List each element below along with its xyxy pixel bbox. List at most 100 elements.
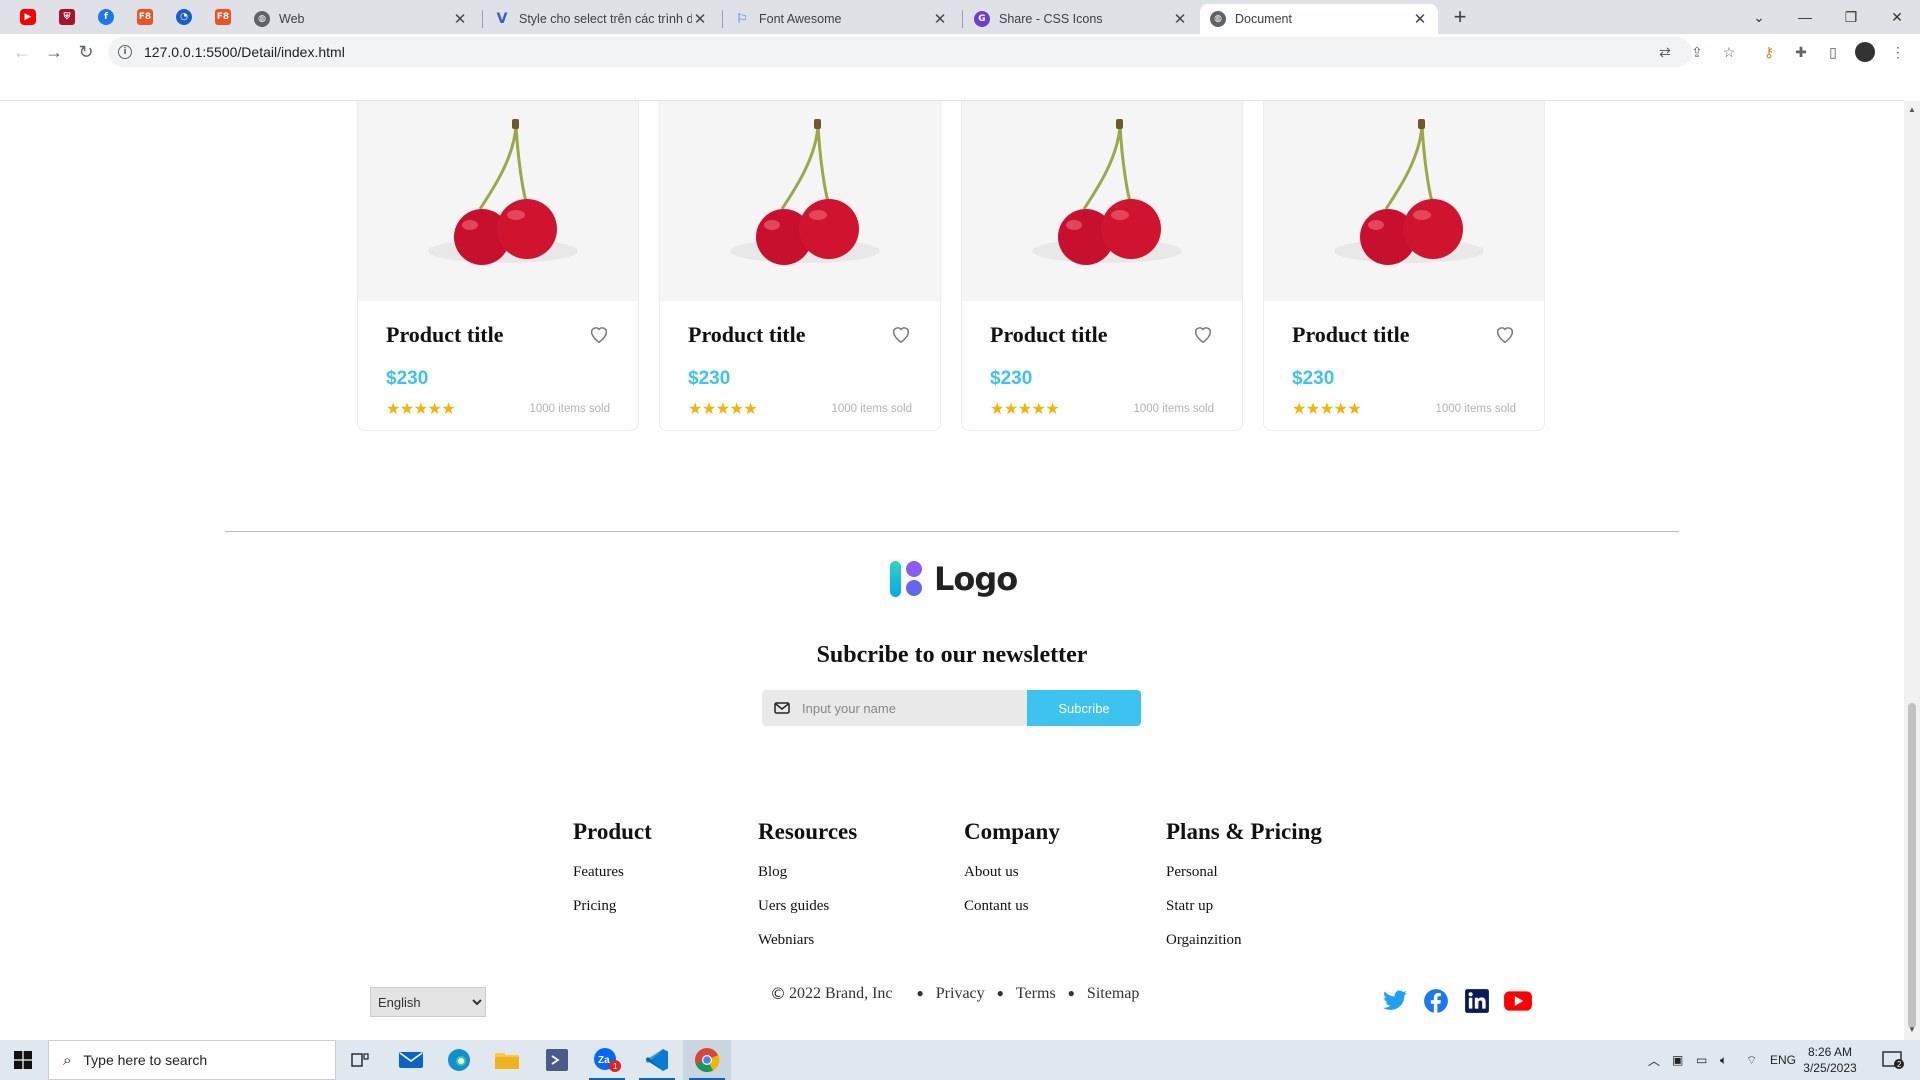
new-tab-button[interactable]: +	[1448, 6, 1472, 30]
product-title[interactable]: Product title	[688, 322, 806, 348]
scrollbar-thumb[interactable]	[1908, 703, 1916, 1028]
subscribe-button[interactable]: Subcribe	[1027, 690, 1141, 726]
scroll-up-icon[interactable]: ▲	[1904, 105, 1920, 114]
facebook-icon[interactable]	[1423, 988, 1449, 1014]
footer-link[interactable]: Webniars	[758, 931, 857, 965]
pinned-tab-shield[interactable]: ⛨	[47, 0, 87, 34]
page-scrollbar[interactable]: ▲ ▼	[1904, 101, 1920, 1040]
close-icon[interactable]: ✕	[452, 10, 468, 28]
info-icon[interactable]: i	[118, 45, 132, 59]
youtube-icon[interactable]	[1503, 988, 1533, 1014]
close-icon[interactable]: ✕	[932, 10, 948, 28]
show-hidden-icons[interactable]: ︿	[1648, 1040, 1660, 1080]
taskbar-terminal[interactable]	[533, 1040, 581, 1080]
items-sold: 1000 items sold	[529, 403, 610, 415]
chevron-up-icon: ︿	[1648, 1053, 1661, 1068]
taskbar-vscode[interactable]	[633, 1040, 681, 1080]
tray-wifi[interactable]: ⌔	[1746, 1040, 1757, 1080]
taskbar-edge[interactable]	[435, 1040, 483, 1080]
copyright-bar: © 2022 Brand, Inc ● Privacy ● Terms ● Si…	[770, 984, 1139, 1003]
close-icon[interactable]: ✕	[692, 10, 708, 28]
start-button[interactable]	[0, 1040, 46, 1080]
tray-language[interactable]: ENG	[1770, 1040, 1796, 1080]
close-icon[interactable]: ✕	[1172, 10, 1188, 28]
translate-icon[interactable]: ⇄	[1655, 42, 1675, 62]
pinned-tab-youtube[interactable]: ▶	[8, 0, 48, 34]
extensions-icon[interactable]: ✚	[1791, 42, 1811, 62]
tab-css-icons[interactable]: G Share - CSS Icons ✕	[964, 4, 1198, 34]
pinned-tab-f8[interactable]: F8	[125, 0, 165, 34]
product-card[interactable]: Product title $230 ★★★★★ 1000 items sold	[659, 101, 941, 431]
footer-link[interactable]: Blog	[758, 863, 857, 897]
tray-volume[interactable]: 🔈︎	[1720, 1040, 1727, 1080]
product-image[interactable]	[358, 101, 638, 301]
back-button[interactable]: ←	[8, 38, 36, 66]
close-icon[interactable]: ✕	[1412, 10, 1428, 28]
taskbar-search[interactable]: ⌕ Type here to search	[48, 1040, 336, 1080]
footer-link[interactable]: Statr up	[1166, 897, 1322, 931]
menu-icon[interactable]: ⋮	[1888, 42, 1908, 62]
browser-tab-bar: ▶ ⛨ f F8 ◔ F8 ◍ Web ✕ V Style cho select…	[0, 0, 1920, 34]
terms-link[interactable]: Terms	[1016, 985, 1056, 1003]
heart-icon[interactable]	[1192, 323, 1214, 345]
tab-font-awesome[interactable]: ⚐ Font Awesome ✕	[724, 4, 958, 34]
newsletter-name-input[interactable]	[802, 700, 1002, 716]
footer-link[interactable]: Features	[573, 863, 652, 897]
product-title[interactable]: Product title	[990, 322, 1108, 348]
linkedin-icon[interactable]	[1464, 988, 1490, 1014]
privacy-link[interactable]: Privacy	[936, 985, 985, 1003]
heart-icon[interactable]	[1494, 323, 1516, 345]
close-window-button[interactable]: ✕	[1874, 0, 1920, 34]
address-bar[interactable]: i 127.0.0.1:5500/Detail/index.html	[108, 37, 1692, 67]
taskbar-mail[interactable]	[387, 1040, 435, 1080]
product-card[interactable]: Product title $230 ★★★★★ 1000 items sold	[1263, 101, 1545, 431]
notification-center[interactable]: 2	[1878, 1040, 1908, 1080]
product-title[interactable]: Product title	[1292, 322, 1410, 348]
star-rating: ★★★★★	[990, 401, 1060, 418]
heart-icon[interactable]	[588, 323, 610, 345]
product-image[interactable]	[962, 101, 1242, 301]
language-select[interactable]: English	[370, 987, 486, 1017]
forward-button[interactable]: →	[40, 38, 68, 66]
product-card[interactable]: Product title $230 ★★★★★ 1000 items sold	[961, 101, 1243, 431]
taskbar-zalo[interactable]: Za 1	[583, 1040, 631, 1080]
sitemap-link[interactable]: Sitemap	[1087, 985, 1139, 1003]
newsletter-input-wrapper[interactable]	[762, 690, 1027, 726]
pinned-tab-messenger[interactable]: ◔	[164, 0, 204, 34]
pinned-tab-facebook[interactable]: f	[86, 0, 126, 34]
taskbar-clock[interactable]: 8:26 AM 3/25/2023	[1796, 1044, 1864, 1076]
product-title[interactable]: Product title	[386, 322, 504, 348]
tab-style-select[interactable]: V Style cho select trên các trình duyệt …	[484, 4, 718, 34]
footer-link[interactable]: Pricing	[573, 897, 652, 931]
product-image[interactable]	[1264, 101, 1544, 301]
pinned-tab-f8-2[interactable]: F8	[203, 0, 243, 34]
footer-logo[interactable]: Logo	[888, 559, 1018, 599]
product-card[interactable]: Product title $230 ★★★★★ 1000 items sold	[357, 101, 639, 431]
product-image[interactable]	[660, 101, 940, 301]
restore-button[interactable]: ❐	[1828, 0, 1874, 34]
task-view-button[interactable]	[336, 1040, 384, 1080]
minimize-button[interactable]: —	[1782, 0, 1828, 34]
tab-search-button[interactable]: ⌄	[1736, 0, 1782, 34]
tab-web[interactable]: ◍ Web ✕	[244, 4, 478, 34]
profile-avatar[interactable]	[1855, 42, 1875, 62]
twitter-icon[interactable]	[1382, 988, 1408, 1014]
heart-icon[interactable]	[890, 323, 912, 345]
share-icon[interactable]: ⇪	[1687, 42, 1707, 62]
taskbar-file-explorer[interactable]	[483, 1040, 531, 1080]
reload-button[interactable]: ↻	[72, 38, 100, 66]
tray-meet-now[interactable]: ▣	[1672, 1040, 1683, 1080]
footer-link[interactable]: Uers guides	[758, 897, 857, 931]
footer-link[interactable]: About us	[964, 863, 1060, 897]
taskbar-chrome[interactable]	[683, 1040, 731, 1080]
star-icon[interactable]: ☆	[1719, 42, 1739, 62]
tray-battery[interactable]: ▭	[1696, 1040, 1707, 1080]
scroll-down-icon[interactable]: ▼	[1904, 1025, 1920, 1034]
footer-link[interactable]: Contant us	[964, 897, 1060, 931]
extension-key-icon[interactable]: ⚷	[1759, 42, 1779, 62]
cherry-image	[1334, 119, 1484, 265]
footer-link[interactable]: Orgainzition	[1166, 931, 1322, 965]
side-panel-icon[interactable]: ▯	[1823, 42, 1843, 62]
tab-document[interactable]: ◍ Document ✕	[1200, 4, 1438, 34]
footer-link[interactable]: Personal	[1166, 863, 1322, 897]
